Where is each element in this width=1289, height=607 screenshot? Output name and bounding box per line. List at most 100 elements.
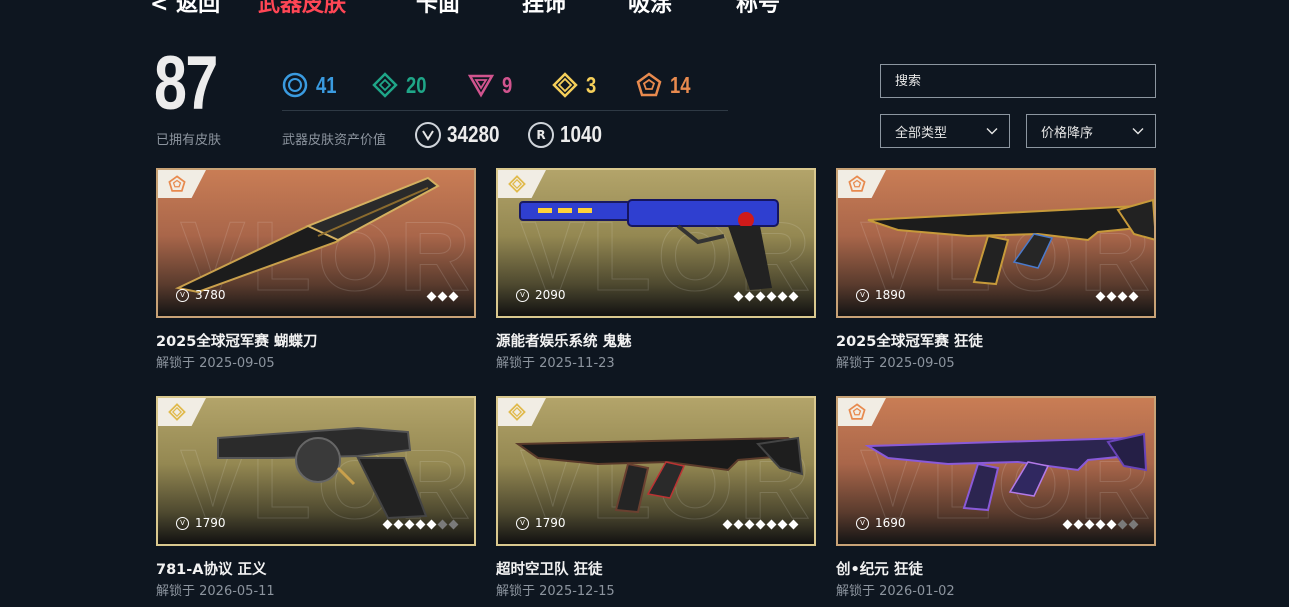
search-box[interactable] — [880, 64, 1156, 98]
nav-sprays[interactable]: 吸涂 — [628, 0, 672, 18]
upgrade-level-dot — [426, 291, 437, 302]
chevron-down-icon — [1132, 128, 1144, 135]
type-filter-value: 全部类型 — [895, 125, 948, 141]
skin-card[interactable]: VLORV1790 — [496, 396, 816, 546]
asset-value-label: 武器皮肤资产价值 — [282, 133, 387, 148]
skin-card[interactable]: VLORV1790 — [156, 396, 476, 546]
upgrade-level-dot — [766, 519, 777, 530]
card-price-value: 2090 — [535, 288, 566, 302]
owned-skin-label: 已拥有皮肤 — [156, 133, 222, 148]
ultra-tier-icon — [508, 403, 526, 421]
radianite-points-icon: R — [528, 121, 554, 148]
upgrade-level-dot — [393, 519, 404, 530]
upgrade-level-dot — [1128, 291, 1139, 302]
nav-player-cards[interactable]: 卡面 — [416, 0, 460, 18]
card-price-value: 1790 — [195, 516, 226, 530]
upgrade-level-dot — [755, 291, 766, 302]
exclusive-tier-icon — [848, 175, 866, 192]
card-price: V 1690 — [856, 516, 906, 530]
upgrade-levels — [733, 291, 799, 302]
upgrade-level-dot — [404, 519, 415, 530]
skin-card[interactable]: VLOR V 1890 — [836, 168, 1156, 318]
type-filter-select[interactable]: 全部类型 — [880, 114, 1010, 148]
skin-unlock-date: 解锁于 2025-12-15 — [496, 584, 615, 599]
skin-name: 创•纪元 狂徒 — [836, 562, 923, 578]
stats-divider — [282, 110, 728, 111]
upgrade-level-dot — [426, 519, 437, 530]
card-price: V 3780 — [176, 288, 226, 302]
skin-name: 2025全球冠军赛 蝴蝶刀 — [156, 334, 318, 350]
upgrade-level-dot — [1062, 519, 1073, 530]
tier-premium: 9 — [468, 70, 515, 100]
deluxe-tier-icon — [372, 72, 398, 98]
sort-select[interactable]: 价格降序 — [1026, 114, 1156, 148]
upgrade-level-dot — [1117, 291, 1128, 302]
skin-unlock-date: 解锁于 2025-09-05 — [836, 356, 955, 371]
vp-total: 34280 — [415, 121, 511, 148]
upgrade-level-dot — [755, 519, 766, 530]
card-price: V 1790 — [176, 516, 226, 530]
upgrade-levels — [382, 519, 459, 530]
upgrade-level-dot — [766, 291, 777, 302]
exclusive-tier-icon — [168, 175, 186, 192]
upgrade-level-dot — [777, 291, 788, 302]
upgrade-levels — [722, 519, 799, 530]
skin-unlock-date: 解锁于 2025-11-23 — [496, 356, 615, 371]
skin-unlock-date: 解锁于 2026-01-02 — [836, 584, 955, 599]
valorant-points-icon: V — [176, 288, 189, 302]
upgrade-level-dot — [777, 519, 788, 530]
upgrade-level-dot — [437, 291, 448, 302]
tier-ultra-count: 3 — [586, 71, 597, 98]
upgrade-level-dot — [437, 519, 448, 530]
search-input[interactable] — [895, 73, 1155, 89]
valorant-points-icon: V — [856, 288, 869, 302]
skin-name: 源能者娱乐系统 鬼魅 — [496, 334, 632, 350]
tier-exclusive: 14 — [636, 70, 696, 100]
upgrade-level-dot — [1095, 291, 1106, 302]
valorant-points-icon: V — [856, 516, 869, 530]
card-price: V 2090 — [516, 288, 566, 302]
tier-deluxe-count: 20 — [406, 71, 427, 98]
upgrade-levels — [426, 291, 459, 302]
valorant-points-icon — [415, 121, 441, 148]
tier-select-count: 41 — [316, 71, 337, 98]
skin-name: 2025全球冠军赛 狂徒 — [836, 334, 983, 350]
skin-card[interactable]: VLOR V 1690 — [836, 396, 1156, 546]
skin-card[interactable]: VLOR V 2090 — [496, 168, 816, 318]
upgrade-level-dot — [1095, 519, 1106, 530]
card-price-value: 3780 — [195, 288, 226, 302]
card-price-value: 1890 — [875, 288, 906, 302]
upgrade-level-dot — [1084, 519, 1095, 530]
upgrade-levels — [1062, 519, 1139, 530]
nav-back[interactable]: < 返回 — [150, 0, 220, 18]
exclusive-tier-icon — [636, 72, 662, 97]
nav-buddies[interactable]: 挂饰 — [522, 0, 566, 18]
tier-ultra: 3 — [552, 70, 599, 100]
rp-total: R 1040 — [528, 121, 611, 148]
upgrade-level-dot — [1128, 519, 1139, 530]
skin-card[interactable]: VLOR V 3780 — [156, 168, 476, 318]
tier-select: 41 — [282, 70, 342, 100]
upgrade-level-dot — [733, 291, 744, 302]
valorant-points-icon: V — [176, 516, 189, 530]
tier-deluxe: 20 — [372, 70, 432, 100]
select-tier-icon — [282, 72, 308, 98]
nav-weapon-skins[interactable]: 武器皮肤 — [258, 0, 346, 18]
ultra-tier-icon — [552, 72, 578, 98]
tier-premium-count: 9 — [502, 71, 513, 98]
ultra-tier-icon — [508, 175, 526, 193]
owned-skin-count: 87 — [154, 41, 218, 126]
ultra-tier-icon — [168, 403, 186, 421]
premium-tier-icon — [468, 74, 494, 98]
nav-titles[interactable]: 称号 — [736, 0, 780, 18]
upgrade-levels — [1095, 291, 1139, 302]
sort-value: 价格降序 — [1041, 125, 1094, 141]
upgrade-level-dot — [733, 519, 744, 530]
upgrade-level-dot — [415, 519, 426, 530]
upgrade-level-dot — [744, 519, 755, 530]
upgrade-level-dot — [448, 519, 459, 530]
skin-name: 781-A协议 正义 — [156, 562, 267, 578]
card-price-value: 1690 — [875, 516, 906, 530]
card-price: V 1790 — [516, 516, 566, 530]
upgrade-level-dot — [1106, 291, 1117, 302]
